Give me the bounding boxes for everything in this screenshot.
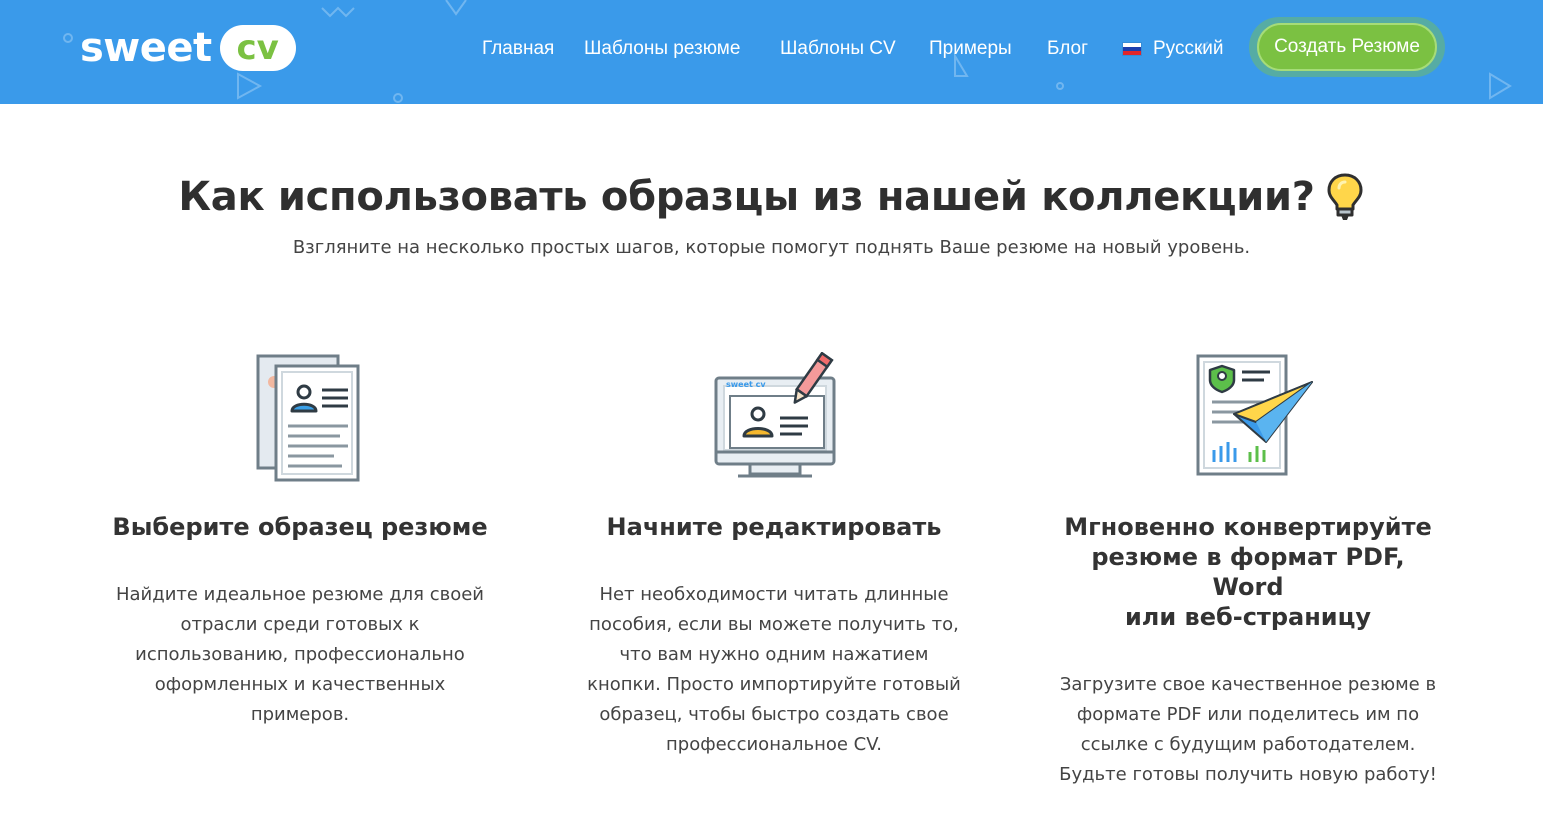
feature-text-line: примеров. — [250, 704, 350, 725]
feature-title-line: резюме в формат PDF, Word — [1091, 543, 1405, 601]
create-resume-button[interactable]: Создать Резюме — [1257, 23, 1437, 71]
feature-title-line: или веб-страницу — [1124, 603, 1372, 631]
monitor-edit-icon: sweet cv — [714, 352, 836, 478]
feature-choose-template: Выберите образец резюме Найдите идеально… — [110, 352, 490, 730]
feature-text-line: Будьте готовы получить новую работу! — [1059, 764, 1437, 785]
feature-text: Найдите идеальное резюме для своей отрас… — [110, 580, 490, 730]
nav-home[interactable]: Главная — [482, 38, 554, 60]
russia-flag-icon — [1122, 42, 1142, 56]
section-subtitle: Взгляните на несколько простых шагов, ко… — [292, 237, 1251, 258]
feature-title: Начните редактировать — [606, 513, 942, 541]
feature-title-line: Мгновенно конвертируйте — [1064, 513, 1432, 541]
feature-convert-export: Мгновенно конвертируйте резюме в формат … — [1058, 352, 1438, 790]
nav-examples[interactable]: Примеры — [929, 38, 1012, 60]
feature-text-line: образец, чтобы быстро создать свое — [599, 704, 949, 725]
feature-text-line: формате PDF или поделитесь им по — [1076, 704, 1420, 725]
feature-text-line: кнопки. Просто импортируйте готовый — [587, 674, 961, 695]
feature-start-editing: sweet cv Начните редактировать Нет необх… — [584, 352, 964, 760]
feature-text-line: что вам нужно одним нажатием — [619, 644, 929, 665]
feature-text: Нет необходимости читать длинные пособия… — [584, 580, 964, 760]
nav-blog[interactable]: Блог — [1047, 38, 1088, 60]
language-selector[interactable]: Русский — [1122, 38, 1224, 60]
document-paper-plane-icon — [1196, 354, 1313, 476]
feature-text-line: ссылке с будущим работодателем. — [1080, 734, 1416, 755]
feature-title: Мгновенно конвертируйте резюме в формат … — [1058, 512, 1438, 632]
feature-text-line: Загрузите свое качественное резюме в — [1059, 674, 1437, 695]
site-header: sweet cv Главная Шаблоны резюме Шаблоны … — [0, 0, 1543, 104]
nav-cv-templates[interactable]: Шаблоны CV — [780, 38, 896, 60]
language-label: Русский — [1153, 38, 1224, 59]
feature-title: Выберите образец резюме — [112, 513, 488, 541]
feature-text-line: пособия, если вы можете получить то, — [589, 614, 959, 635]
feature-text-line: Найдите идеальное резюме для своей — [115, 584, 484, 605]
section-title: Как использовать образцы из нашей коллек… — [0, 172, 1543, 222]
feature-text-line: использованию, профессионально — [135, 644, 465, 665]
feature-text-line: Нет необходимости читать длинные — [599, 584, 949, 605]
lightbulb-icon — [1327, 173, 1363, 220]
section-title-text: Как использовать образцы из нашей коллек… — [178, 174, 1315, 220]
feature-text: Загрузите свое качественное резюме в фор… — [1058, 670, 1438, 790]
resume-documents-icon — [256, 354, 360, 482]
feature-text-line: профессиональное CV. — [666, 734, 882, 755]
feature-text-line: отрасли среди готовых к — [180, 614, 420, 635]
cta-glow: Создать Резюме — [1249, 17, 1445, 77]
feature-text-line: оформленных и качественных — [154, 674, 446, 695]
monitor-logo-text: sweet cv — [726, 380, 766, 389]
nav-resume-templates[interactable]: Шаблоны резюме — [584, 38, 740, 60]
